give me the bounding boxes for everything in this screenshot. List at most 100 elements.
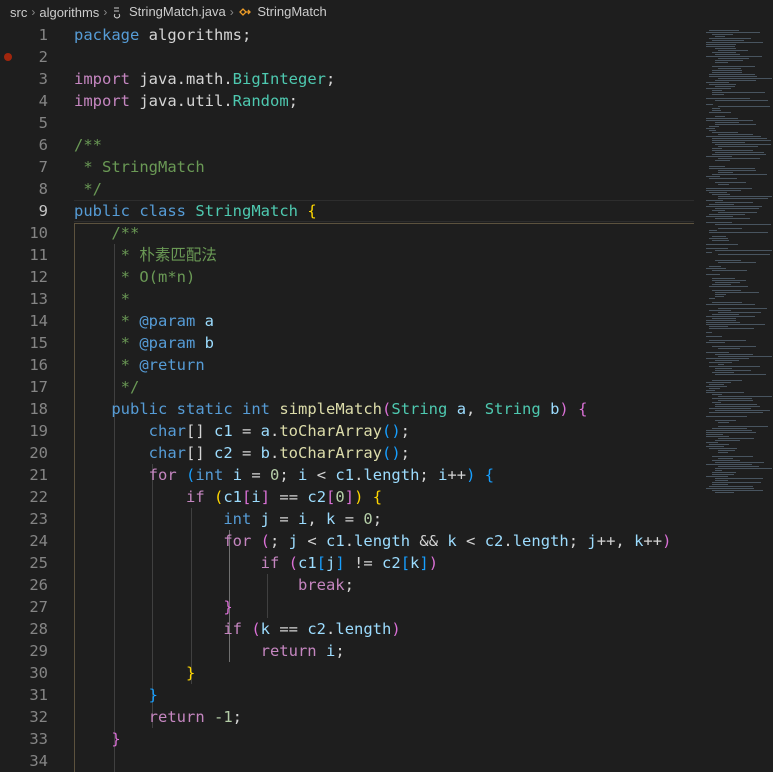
minimap-line	[712, 318, 736, 319]
line-number: 19	[29, 422, 48, 440]
code-text[interactable]: char[] c2 = b.toCharArray();	[74, 442, 410, 464]
minimap-line	[709, 326, 728, 327]
code-text[interactable]: * @return	[74, 354, 205, 376]
code-text[interactable]: }	[74, 728, 120, 750]
minimap-line	[718, 396, 772, 397]
minimap-line	[712, 302, 742, 303]
minimap-line	[706, 200, 723, 201]
minimap-line	[712, 132, 738, 133]
breadcrumb-file[interactable]: StringMatch.java	[111, 4, 226, 20]
code-line: 10 /**	[0, 222, 694, 244]
code-text[interactable]: }	[74, 684, 158, 706]
code-text[interactable]: package algorithms;	[74, 24, 251, 46]
minimap-line	[712, 456, 753, 457]
minimap-line	[715, 296, 724, 297]
minimap-line	[715, 224, 771, 225]
line-number: 34	[29, 752, 48, 770]
code-text[interactable]: return -1;	[74, 706, 242, 728]
minimap-line	[706, 342, 725, 343]
minimap-line	[709, 232, 768, 233]
code-line: 2	[0, 46, 694, 68]
code-text[interactable]: public class StringMatch {	[74, 200, 317, 222]
code-text[interactable]: for (int i = 0; i < c1.length; i++) {	[74, 464, 494, 486]
minimap-line	[706, 46, 735, 47]
minimap-line	[718, 348, 740, 349]
line-number: 26	[29, 576, 48, 594]
minimap-line	[706, 118, 738, 119]
minimap-line	[715, 202, 753, 203]
breadcrumb-file-label: StringMatch.java	[128, 4, 226, 20]
minimap-line	[709, 168, 755, 169]
minimap-line	[709, 126, 719, 127]
minimap-line	[712, 270, 747, 271]
code-text[interactable]: }	[74, 662, 195, 684]
minimap-line	[715, 250, 772, 251]
minimap-line	[718, 134, 753, 135]
code-text[interactable]: * @param a	[74, 310, 214, 332]
minimap-line	[706, 42, 763, 43]
minimap-line	[715, 478, 763, 479]
minimap-line	[709, 112, 731, 113]
minimap-line	[715, 80, 756, 81]
code-text[interactable]: /**	[74, 222, 139, 244]
minimap-line	[715, 374, 766, 375]
code-text[interactable]: * StringMatch	[74, 156, 204, 178]
minimap-line	[718, 450, 735, 451]
minimap-line	[712, 472, 736, 473]
code-text[interactable]: int j = i, k = 0;	[74, 508, 382, 530]
code-text[interactable]: if (c1[j] != c2[k])	[74, 552, 438, 574]
code-text[interactable]: public static int simpleMatch(String a, …	[74, 398, 587, 420]
code-text[interactable]: */	[74, 178, 102, 200]
code-text[interactable]: }	[74, 596, 232, 618]
code-text[interactable]: * 朴素匹配法	[74, 244, 217, 266]
minimap-line	[706, 56, 762, 57]
minimap-line	[712, 490, 763, 491]
code-text[interactable]: */	[74, 376, 140, 398]
code-line: 8 */	[0, 178, 694, 200]
code-editor[interactable]: 1 package algorithms; 2 3 import java.math…	[0, 24, 694, 772]
code-text[interactable]: break;	[74, 574, 354, 596]
minimap-line	[715, 480, 728, 481]
breadcrumb-package[interactable]: algorithms	[39, 5, 99, 20]
minimap-line	[706, 382, 731, 383]
minimap-line	[718, 212, 757, 213]
code-text[interactable]: if (c1[i] == c2[0]) {	[74, 486, 382, 508]
code-text[interactable]: return i;	[74, 640, 345, 662]
minimap-line	[706, 432, 756, 433]
code-text[interactable]: import java.math.BigInteger;	[74, 68, 335, 90]
code-text[interactable]: import java.util.Random;	[74, 90, 298, 112]
line-number: 3	[38, 70, 48, 88]
minimap-line	[715, 468, 772, 469]
minimap-line	[706, 446, 724, 447]
line-number: 24	[29, 532, 48, 550]
code-text[interactable]: *	[74, 288, 130, 310]
minimap-line	[712, 40, 744, 41]
code-line: 5	[0, 112, 694, 134]
minimap-line	[718, 426, 768, 427]
minimap-line	[706, 434, 723, 435]
line-number: 14	[29, 312, 48, 330]
minimap-line	[712, 34, 733, 35]
code-text[interactable]: for (; j < c1.length && k < c2.length; j…	[74, 530, 671, 552]
code-text[interactable]: if (k == c2.length)	[74, 618, 400, 640]
code-text[interactable]: /**	[74, 134, 102, 156]
breadcrumb-symbol[interactable]: StringMatch	[238, 4, 327, 20]
minimap-line	[715, 406, 760, 407]
code-text[interactable]: char[] c1 = a.toCharArray();	[74, 420, 410, 442]
breadcrumb-src[interactable]: src	[10, 5, 27, 20]
minimap-line	[715, 370, 751, 371]
minimap-line	[712, 284, 731, 285]
minimap-line	[715, 116, 725, 117]
minimap-line	[715, 86, 735, 87]
minimap-line	[712, 428, 747, 429]
code-text[interactable]: * @param b	[74, 332, 214, 354]
minimap-line	[706, 442, 718, 443]
minimap-line	[712, 482, 761, 483]
line-number: 32	[29, 708, 48, 726]
minimap[interactable]	[694, 24, 773, 772]
code-line: 32 return -1;	[0, 706, 694, 728]
minimap-line	[709, 214, 745, 215]
minimap-line	[706, 358, 749, 359]
code-line: 17 */	[0, 376, 694, 398]
code-text[interactable]: * O(m*n)	[74, 266, 196, 288]
